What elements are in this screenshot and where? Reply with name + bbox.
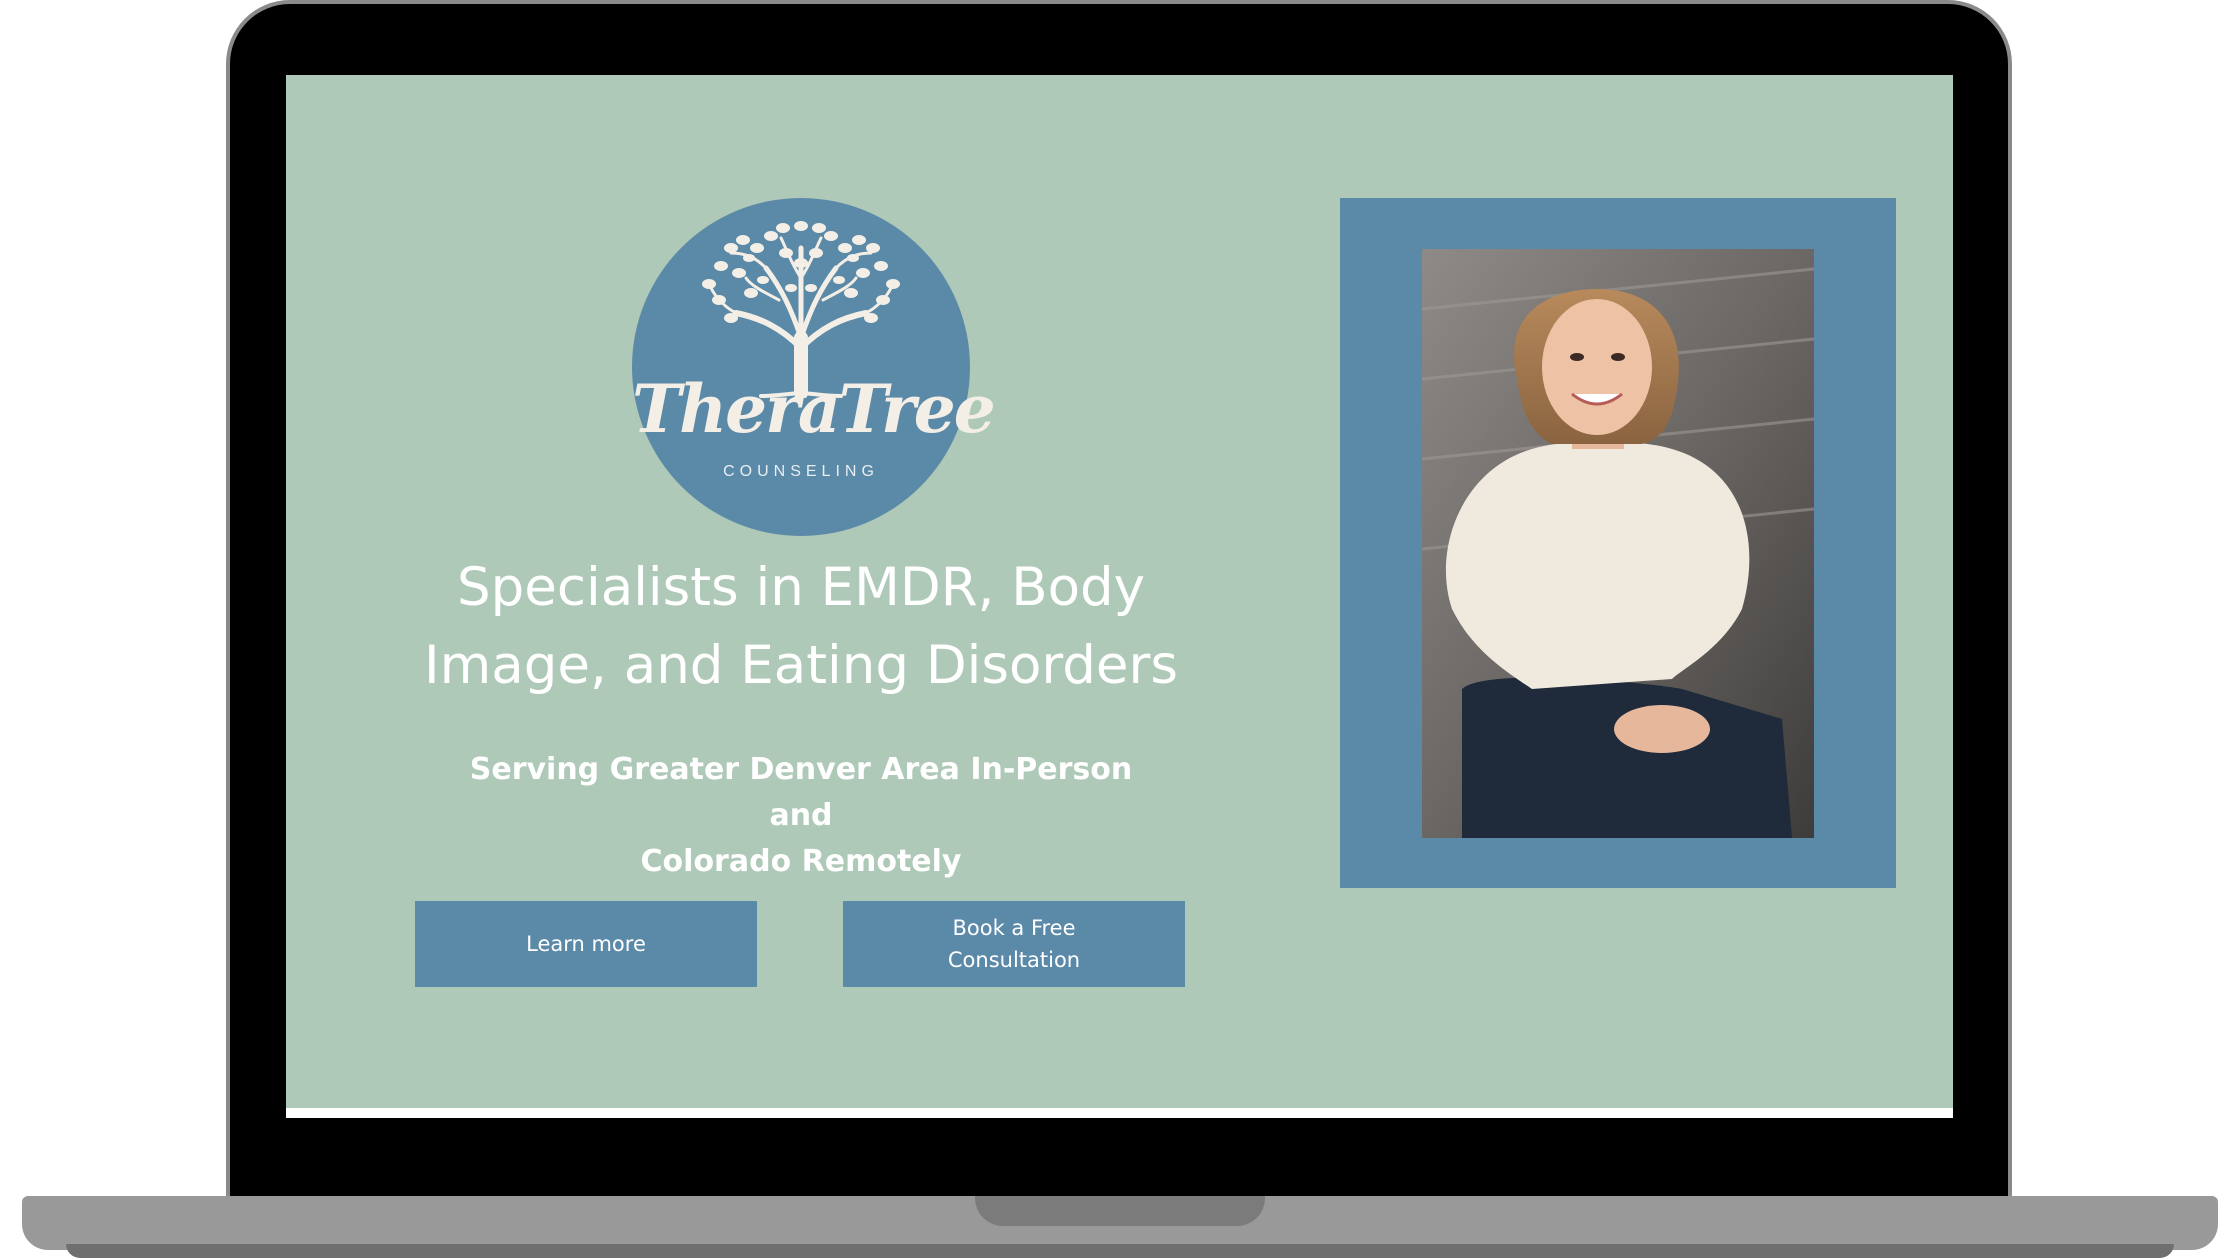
theratree-logo[interactable]: TheraTree COUNSELING <box>632 198 996 536</box>
headline-line-2: Image, and Eating Disorders <box>424 635 1178 696</box>
hero-subheading: Serving Greater Denver Area In-Person an… <box>446 747 1156 885</box>
laptop-notch <box>975 1196 1265 1226</box>
website-screen: TheraTree COUNSELING Specialists in EMDR… <box>286 75 1953 1118</box>
learn-more-label: Learn more <box>526 932 646 956</box>
subheading-line-2: Colorado Remotely <box>640 844 962 879</box>
book-consultation-label: Book a Free Consultation <box>948 912 1080 976</box>
book-label-line-2: Consultation <box>947 948 1081 972</box>
photo-frame <box>1340 198 1896 888</box>
subheading-line-1: Serving Greater Denver Area In-Person an… <box>469 752 1133 833</box>
portrait-illustration <box>1422 249 1814 838</box>
book-label-line-1: Book a Free <box>952 916 1076 940</box>
logo-wordmark: TheraTree <box>632 370 996 448</box>
headline-line-1: Specialists in EMDR, Body <box>456 557 1146 618</box>
screen-bottom-strip <box>286 1108 1953 1118</box>
book-consultation-button[interactable]: Book a Free Consultation <box>843 901 1185 987</box>
laptop-mockup: TheraTree COUNSELING Specialists in EMDR… <box>0 0 2240 1260</box>
laptop-base-edge <box>66 1244 2174 1258</box>
portrait-photo <box>1422 249 1814 838</box>
learn-more-button[interactable]: Learn more <box>415 901 757 987</box>
hero-headline: Specialists in EMDR, Body Image, and Eat… <box>400 549 1202 705</box>
logo-subtitle: COUNSELING <box>723 463 879 480</box>
